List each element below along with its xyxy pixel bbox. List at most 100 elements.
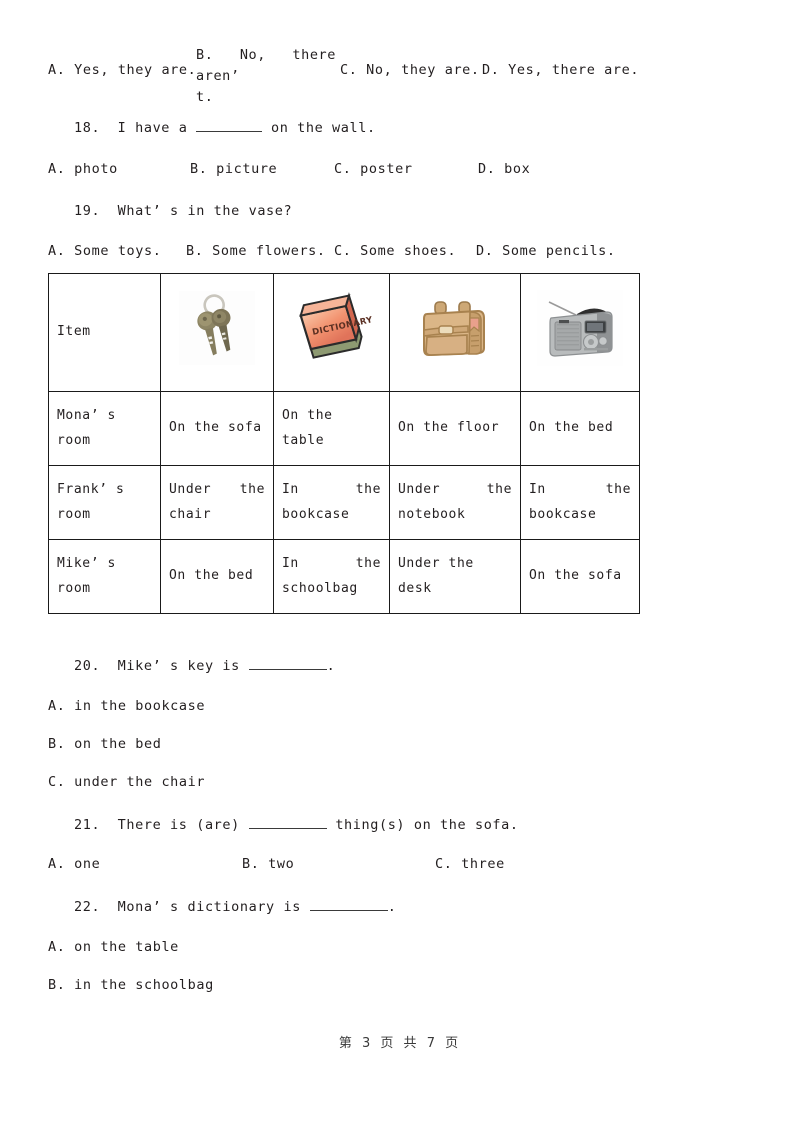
cell-text-line1: Under the [169, 482, 265, 498]
cell-text: On the sofa [169, 420, 262, 436]
option-20-a[interactable]: A. in the bookcase [48, 698, 205, 714]
question-22-stem-after: . [387, 899, 397, 915]
option-22-a[interactable]: A. on the table [48, 939, 179, 955]
cell-text-line1: In the [529, 482, 631, 498]
table-row: Mona’ s room On the sofa On the table On… [48, 391, 640, 466]
question-18-blank[interactable] [196, 131, 263, 132]
cell-text: On the bed [169, 568, 254, 584]
row-label-line1: Frank’ s [57, 482, 125, 498]
cell-text-line2: bookcase [282, 506, 350, 522]
question-21-stem-after: thing(s) on the sofa. [335, 817, 519, 833]
cell-text: On the bed [529, 420, 614, 436]
question-21-number: 21 [74, 817, 92, 833]
question-18-stem-before: I have a [117, 120, 188, 136]
table-row: Mike’ s room On the bed In the schoolbag… [48, 539, 640, 614]
table-row: Frank’ s room Under the chair In the boo… [48, 465, 640, 540]
question-20-blank[interactable] [248, 669, 327, 670]
option-18-c[interactable]: C. poster [334, 161, 413, 177]
question-18-stem-after: on the wall. [270, 120, 376, 136]
row-label-cell: Mona’ s room [48, 391, 161, 466]
cell-mona-dictionary: On the table [273, 391, 390, 466]
cell-text: On the sofa [529, 568, 622, 584]
table-header-cell-schoolbag [389, 273, 521, 392]
question-18-separator: . [91, 120, 101, 136]
schoolbag-image [415, 287, 495, 377]
question-19-number: 19 [74, 203, 92, 219]
cell-mike-schoolbag: Under the desk [389, 539, 521, 614]
option-21-b[interactable]: B. two [242, 856, 294, 872]
row-label-line2: room [57, 432, 91, 448]
question-22-blank[interactable] [309, 910, 388, 911]
option-18-d[interactable]: D. box [478, 161, 530, 177]
row-label-cell: Mike’ s room [48, 539, 161, 614]
table-header-item-label-cell: Item [48, 273, 161, 392]
option-21-c[interactable]: C. three [435, 856, 505, 872]
radio-photo [537, 289, 623, 375]
row-label-line2: room [57, 506, 91, 522]
table-header-cell-radio [520, 273, 640, 392]
cell-mona-schoolbag: On the floor [389, 391, 521, 466]
option-20-c[interactable]: C. under the chair [48, 774, 205, 790]
cell-mona-radio: On the bed [520, 391, 640, 466]
cell-text: On the floor [398, 420, 500, 436]
cell-mona-keys: On the sofa [160, 391, 274, 466]
question-22-stem: 22. Mona’ s dictionary is . [74, 899, 396, 915]
cell-text-line2: chair [169, 506, 212, 522]
exam-page: A. Yes, they are. B. No, there aren’ t. … [0, 0, 800, 1132]
cell-frank-radio: In the bookcase [520, 465, 640, 540]
cell-text: On the table [282, 408, 333, 448]
question-18-number: 18 [74, 120, 92, 136]
question-21-stem-before: There is (are) [117, 817, 240, 833]
question-19-separator: . [91, 203, 101, 219]
cell-frank-schoolbag: Under the notebook [389, 465, 521, 540]
question-19-stem-text: What’ s in the vase? [117, 203, 293, 219]
question-21-blank[interactable] [248, 828, 327, 829]
question-19-stem: 19. What’ s in the vase? [74, 203, 292, 219]
row-label-line1: Mike’ s [57, 556, 116, 572]
question-20-stem-before: Mike’ s key is [117, 658, 240, 674]
question-20-stem: 20. Mike’ s key is . [74, 658, 335, 674]
question-18-stem: 18. I have a on the wall. [74, 120, 376, 136]
cell-text-line1: Under the [398, 482, 512, 498]
row-label-line2: room [57, 580, 91, 596]
option-17-d[interactable]: D. Yes, there are. [482, 62, 639, 78]
question-21-stem: 21. There is (are) thing(s) on the sofa. [74, 817, 519, 833]
option-17-b-line1: B. No, there aren’ [196, 47, 336, 84]
option-22-b[interactable]: B. in the schoolbag [48, 977, 214, 993]
question-20-stem-after: . [326, 658, 336, 674]
keys-photo [179, 290, 255, 374]
cell-text-line2: bookcase [529, 506, 597, 522]
option-17-a[interactable]: A. Yes, they are. [48, 62, 196, 78]
option-18-a[interactable]: A. photo [48, 161, 118, 177]
row-label-cell: Frank’ s room [48, 465, 161, 540]
cell-mike-keys: On the bed [160, 539, 274, 614]
cell-text: Under the desk [398, 556, 474, 596]
option-18-b[interactable]: B. picture [190, 161, 277, 177]
items-location-table: Item DICTIONARY Mona’ s room On the sofa… [48, 273, 640, 614]
table-header-item-label: Item [57, 324, 91, 340]
question-20-separator: . [91, 658, 101, 674]
option-21-a[interactable]: A. one [48, 856, 100, 872]
cell-text-line1: In the [282, 482, 381, 498]
cell-text-line1: In the [282, 556, 381, 572]
option-19-c[interactable]: C. Some shoes. [334, 243, 456, 259]
question-21-separator: . [91, 817, 101, 833]
option-17-b[interactable]: B. No, there aren’ t. [196, 45, 336, 108]
cell-text-line2: schoolbag [282, 580, 358, 596]
cell-frank-dictionary: In the bookcase [273, 465, 390, 540]
question-20-number: 20 [74, 658, 92, 674]
cell-text-line2: notebook [398, 506, 466, 522]
page-footer: 第 3 页 共 7 页 [338, 1036, 462, 1051]
table-header-row: Item DICTIONARY [48, 273, 640, 392]
table-header-cell-dictionary: DICTIONARY [273, 273, 390, 392]
option-19-d[interactable]: D. Some pencils. [476, 243, 616, 259]
option-20-b[interactable]: B. on the bed [48, 736, 161, 752]
question-22-number: 22 [74, 899, 92, 915]
option-19-a[interactable]: A. Some toys. [48, 243, 161, 259]
option-17-c[interactable]: C. No, they are. [340, 62, 480, 78]
row-label-line1: Mona’ s [57, 408, 116, 424]
cell-mike-dictionary: In the schoolbag [273, 539, 390, 614]
question-22-stem-before: Mona’ s dictionary is [117, 899, 301, 915]
option-19-b[interactable]: B. Some flowers. [186, 243, 326, 259]
cell-frank-keys: Under the chair [160, 465, 274, 540]
